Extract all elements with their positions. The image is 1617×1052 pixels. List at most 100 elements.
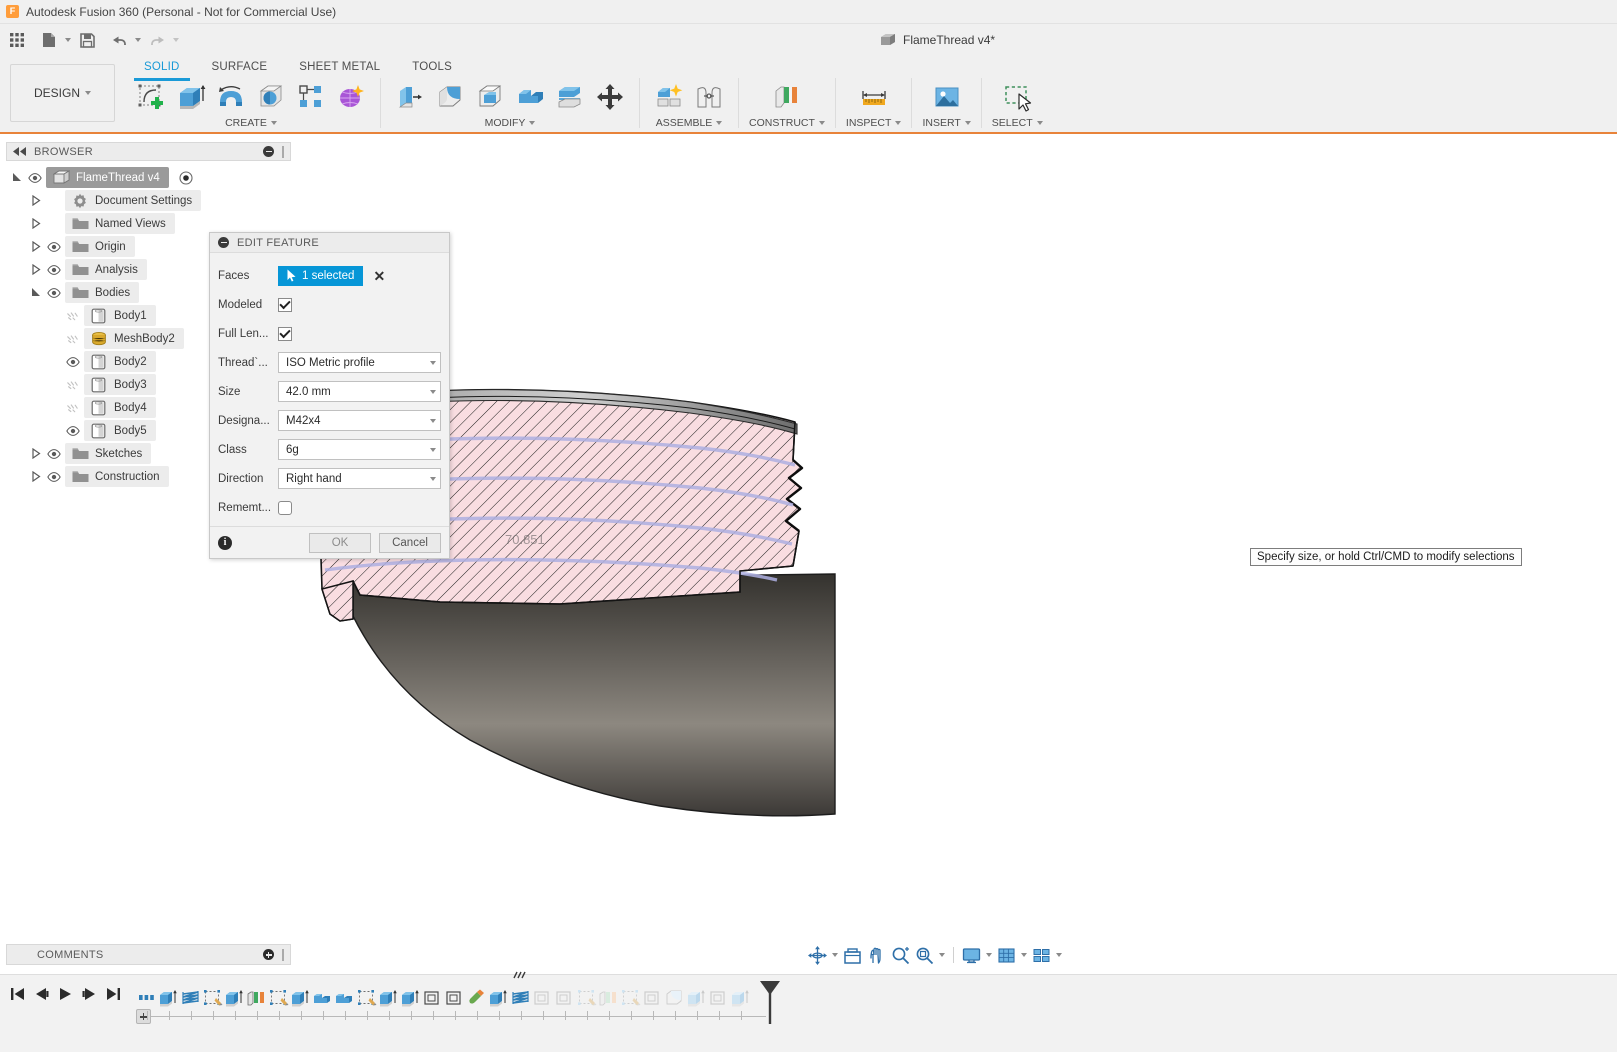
expand-triangle-icon[interactable] [29,258,43,281]
sphere-icon[interactable] [252,78,290,116]
grid-snaps-dropdown-icon[interactable] [1019,943,1029,967]
tree-item-flamethread-v4[interactable]: FlameThread v4 [10,166,290,189]
class-dropdown[interactable]: 6g [278,439,441,460]
fillet-icon[interactable] [431,78,469,116]
timeline-feature-fillet[interactable] [664,983,686,1013]
workspace-switcher[interactable]: DESIGN [10,64,115,122]
tab-sheet-metal[interactable]: SHEET METAL [283,58,396,76]
panel-label-insert[interactable]: INSERT [922,116,970,130]
direction-dropdown[interactable]: Right hand [278,468,441,489]
timeline-feature-combine[interactable] [312,983,334,1013]
skip-to-end-icon[interactable] [102,983,124,1005]
tree-item-document-settings[interactable]: Document Settings [10,189,290,212]
timeline-feature-mirror[interactable] [554,983,576,1013]
tree-item-label-wrap[interactable]: Named Views [65,213,175,234]
measure-icon[interactable] [855,78,893,116]
visibility-toggle-icon[interactable] [47,442,61,465]
panel-label-inspect[interactable]: INSPECT [846,116,902,130]
tree-item-label-wrap[interactable]: Bodies [65,282,139,303]
panel-label-assemble[interactable]: ASSEMBLE [656,116,723,130]
timeline-feature-sketch[interactable] [268,983,290,1013]
window-selection-icon[interactable] [998,78,1036,116]
expand-triangle-icon[interactable] [29,235,43,258]
timeline-feature-thread[interactable] [510,983,532,1013]
timeline-feature-mirror[interactable] [642,983,664,1013]
timeline-feature-thread[interactable] [180,983,202,1013]
insert-image-icon[interactable] [928,78,966,116]
visibility-toggle-icon[interactable] [47,465,61,488]
visibility-toggle-icon[interactable] [66,373,80,396]
redo-icon[interactable] [144,27,170,53]
timeline-feature-sketch[interactable] [620,983,642,1013]
tree-item-label-wrap[interactable]: FlameThread v4 [46,167,169,188]
viewports-icon[interactable] [1030,943,1053,967]
clear-selection-icon[interactable]: ✕ [373,269,385,283]
size-dropdown[interactable]: 42.0 mm [278,381,441,402]
tree-item-label-wrap[interactable]: Body4 [84,397,156,418]
panel-label-select[interactable]: SELECT [992,116,1043,130]
app-grid-icon[interactable] [4,27,30,53]
tab-solid[interactable]: SOLID [128,58,196,76]
timeline-feature-extrude[interactable] [488,983,510,1013]
timeline-feature-mirror[interactable] [708,983,730,1013]
add-comment-icon[interactable] [263,949,274,960]
timeline-feature-mirror[interactable] [444,983,466,1013]
full-length-checkbox[interactable] [278,327,292,341]
collapse-triangle-icon[interactable] [29,281,43,304]
tree-item-label-wrap[interactable]: Body1 [84,305,156,326]
pan-icon[interactable] [865,943,888,967]
collapse-triangle-icon[interactable] [10,166,24,189]
visibility-toggle-icon[interactable] [66,419,80,442]
revolve-icon[interactable] [212,78,250,116]
orbit-icon[interactable] [806,943,829,967]
timeline-feature-plane[interactable] [598,983,620,1013]
step-back-icon[interactable] [30,983,52,1005]
collapse-left-icon[interactable] [13,147,26,156]
visibility-toggle-icon[interactable] [66,350,80,373]
play-icon[interactable] [54,983,76,1005]
panel-label-create[interactable]: CREATE [225,116,277,130]
info-icon[interactable]: i [218,536,232,550]
tab-tools[interactable]: TOOLS [396,58,468,76]
display-settings-icon[interactable] [960,943,983,967]
panel-resize-grip[interactable] [282,949,284,961]
timeline-feature-extrude[interactable] [686,983,708,1013]
look-at-icon[interactable] [841,943,864,967]
timeline-feature-sketch[interactable] [202,983,224,1013]
minimize-icon[interactable] [263,146,274,157]
tree-item-label-wrap[interactable]: Body5 [84,420,156,441]
split-body-icon[interactable] [551,78,589,116]
timeline-feature-extrude[interactable] [158,983,180,1013]
expand-triangle-icon[interactable] [29,212,43,235]
expand-triangle-icon[interactable] [29,189,43,212]
ok-button[interactable]: OK [309,533,371,553]
visibility-toggle-icon[interactable] [28,166,42,189]
joint-icon[interactable] [690,78,728,116]
timeline-marker[interactable] [758,979,780,1027]
panel-label-modify[interactable]: MODIFY [485,116,536,130]
zoom-fit-dropdown-icon[interactable] [937,943,947,967]
dialog-header[interactable]: EDIT FEATURE [210,233,449,253]
pattern-icon[interactable] [292,78,330,116]
visibility-toggle-icon[interactable] [66,327,80,350]
extrude-icon[interactable] [172,78,210,116]
tree-item-label-wrap[interactable]: Origin [65,236,135,257]
panel-label-construct[interactable]: CONSTRUCT [749,116,825,130]
minimize-icon[interactable] [218,237,229,248]
undo-icon[interactable] [106,27,132,53]
orbit-dropdown-icon[interactable] [830,943,840,967]
create-sketch-icon[interactable] [132,78,170,116]
activate-component-radio[interactable] [179,171,193,185]
designation-dropdown[interactable]: M42x4 [278,410,441,431]
faces-selection-button[interactable]: 1 selected [278,266,363,286]
timeline-feature-extrude[interactable] [290,983,312,1013]
timeline-expand-button[interactable] [136,1009,151,1024]
tree-item-label-wrap[interactable]: Construction [65,466,169,487]
shell-icon[interactable] [471,78,509,116]
timeline-feature-extrude[interactable] [378,983,400,1013]
timeline-feature-extrude[interactable] [224,983,246,1013]
redo-dropdown-icon[interactable] [170,27,182,53]
visibility-toggle-icon[interactable] [66,304,80,327]
move-copy-icon[interactable] [591,78,629,116]
grid-snaps-icon[interactable] [995,943,1018,967]
